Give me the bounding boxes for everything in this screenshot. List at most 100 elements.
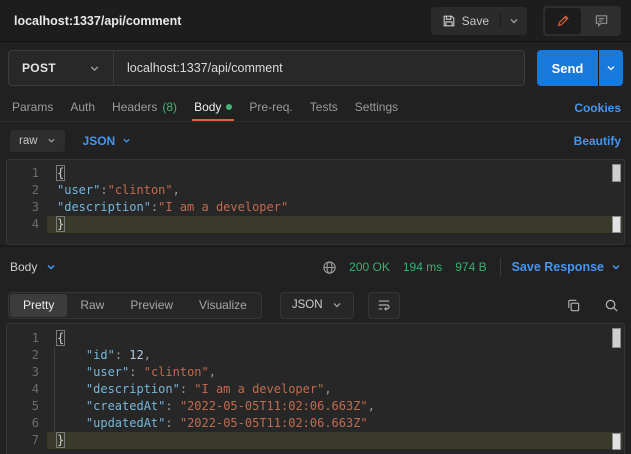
wrap-text-button[interactable] — [367, 291, 400, 319]
tab-label: Auth — [70, 99, 96, 114]
comment-icon — [594, 13, 609, 28]
language-label: JSON — [82, 133, 116, 148]
response-size: 974 B — [455, 260, 487, 274]
code-token: "description" — [57, 200, 151, 214]
tab-headers[interactable]: Headers (8) — [110, 94, 179, 121]
tab-label: Headers — [112, 99, 158, 114]
code-token: "id" — [85, 348, 115, 362]
beautify-link[interactable]: Beautify — [574, 134, 621, 148]
save-options-chevron[interactable] — [501, 7, 527, 35]
method-selector[interactable]: POST — [9, 51, 113, 85]
view-tab-raw[interactable]: Raw — [67, 294, 117, 317]
search-response-button[interactable] — [599, 293, 623, 317]
line-number: 1 — [31, 166, 39, 180]
body-type-selector[interactable]: raw — [10, 129, 65, 152]
code-token: : — [165, 399, 180, 413]
tab-params[interactable]: Params — [10, 94, 55, 121]
view-tab-pretty[interactable]: Pretty — [10, 293, 68, 317]
code-token: "user" — [57, 183, 101, 197]
body-type-label: raw — [19, 134, 38, 147]
send-button[interactable]: Send — [537, 50, 598, 86]
code-token: "clinton" — [143, 365, 209, 379]
chevron-down-icon — [46, 262, 56, 272]
line-number: 2 — [31, 348, 39, 362]
code-content: "user": "clinton", — [47, 364, 624, 381]
headers-count-badge: (8) — [162, 99, 178, 114]
response-body-selector[interactable]: Body — [10, 260, 56, 274]
editor-scrollbar-thumb[interactable] — [612, 328, 621, 348]
code-token: "user" — [85, 365, 130, 379]
send-options-chevron[interactable] — [599, 50, 623, 86]
response-body-editor[interactable]: 1{2 "id": 12, 3 "user": "clinton", 4 "desc… — [6, 323, 625, 454]
chevron-down-icon — [611, 262, 621, 272]
save-response-label: Save Response — [511, 260, 604, 274]
chevron-down-icon — [332, 300, 342, 310]
tab-pre-request[interactable]: Pre-req. — [247, 94, 294, 121]
code-line: 6 "updatedAt": "2022-05-05T11:02:06.663Z… — [7, 415, 624, 432]
code-token: : — [179, 382, 195, 396]
url-input[interactable] — [114, 51, 524, 85]
tab-tests[interactable]: Tests — [308, 94, 340, 121]
copy-response-button[interactable] — [561, 293, 585, 317]
code-token: "clinton" — [107, 183, 173, 197]
code-token: { — [57, 331, 65, 345]
view-tab-visualize[interactable]: Visualize — [186, 294, 260, 317]
code-line: 3 "user": "clinton", — [7, 364, 624, 381]
code-token: , — [143, 348, 151, 362]
chevron-down-icon — [606, 63, 616, 73]
edit-request-button[interactable] — [545, 7, 581, 34]
line-number: 6 — [31, 416, 39, 430]
code-line: 1{ — [7, 165, 624, 182]
code-token: : — [129, 365, 144, 379]
code-token: "createdAt" — [85, 399, 166, 413]
response-language-selector[interactable]: JSON — [279, 291, 354, 319]
code-token: "description" — [85, 382, 180, 396]
tab-auth[interactable]: Auth — [68, 94, 97, 121]
chevron-down-icon — [47, 136, 56, 145]
chevron-down-icon — [89, 63, 100, 74]
chevron-down-icon — [122, 136, 131, 145]
code-line: 2 "user":"clinton", — [7, 182, 624, 199]
body-options-bar: raw JSON Beautify — [0, 122, 631, 159]
code-content: { — [47, 165, 624, 182]
line-number: 1 — [31, 331, 39, 345]
code-line: 5 "createdAt": "2022-05-05T11:02:06.663Z… — [7, 398, 624, 415]
editor-scrollbar-thumb[interactable] — [612, 164, 621, 182]
tab-body[interactable]: Body — [192, 94, 235, 121]
code-line: 1{ — [7, 330, 624, 347]
request-tabs: Params Auth Headers (8) Body Pre-req. Tes… — [0, 94, 631, 122]
code-token: , — [367, 399, 375, 413]
request-title: localhost:1337/api/comment — [14, 13, 182, 28]
code-token: , — [208, 365, 216, 379]
line-number: 4 — [31, 382, 39, 396]
save-button[interactable]: Save — [431, 7, 500, 35]
code-line: 2 "id": 12, — [7, 347, 624, 364]
wrap-text-icon — [377, 298, 391, 312]
request-body-editor[interactable]: 1{2 "user":"clinton", 3 "description":"I am… — [6, 159, 625, 245]
view-tab-preview[interactable]: Preview — [117, 294, 186, 317]
cookies-link[interactable]: Cookies — [574, 94, 621, 121]
line-number: 3 — [31, 365, 39, 379]
language-selector[interactable]: JSON — [83, 134, 132, 148]
code-token: : — [100, 183, 108, 197]
tab-label: Tests — [309, 99, 338, 114]
line-number: 2 — [31, 183, 39, 197]
code-token: "updatedAt" — [85, 416, 166, 430]
chevron-down-icon — [509, 16, 519, 26]
method-label: POST — [22, 61, 56, 75]
request-header-bar: localhost:1337/api/comment Save — [0, 0, 631, 42]
edit-comment-toggle-group — [543, 5, 621, 36]
request-url-bar: POST Send — [0, 42, 631, 94]
comments-button[interactable] — [583, 8, 619, 34]
code-token: } — [57, 217, 65, 231]
response-time: 194 ms — [402, 260, 443, 274]
tab-settings[interactable]: Settings — [353, 94, 400, 121]
code-token: : — [165, 416, 180, 430]
code-content: "user":"clinton", — [47, 182, 624, 199]
app-window: localhost:1337/api/comment Save POST loc… — [0, 0, 631, 454]
save-response-button[interactable]: Save Response — [512, 260, 621, 274]
network-globe-icon — [322, 260, 337, 275]
code-content: "createdAt": "2022-05-05T11:02:06.663Z", — [47, 398, 624, 415]
copy-icon — [566, 298, 581, 313]
